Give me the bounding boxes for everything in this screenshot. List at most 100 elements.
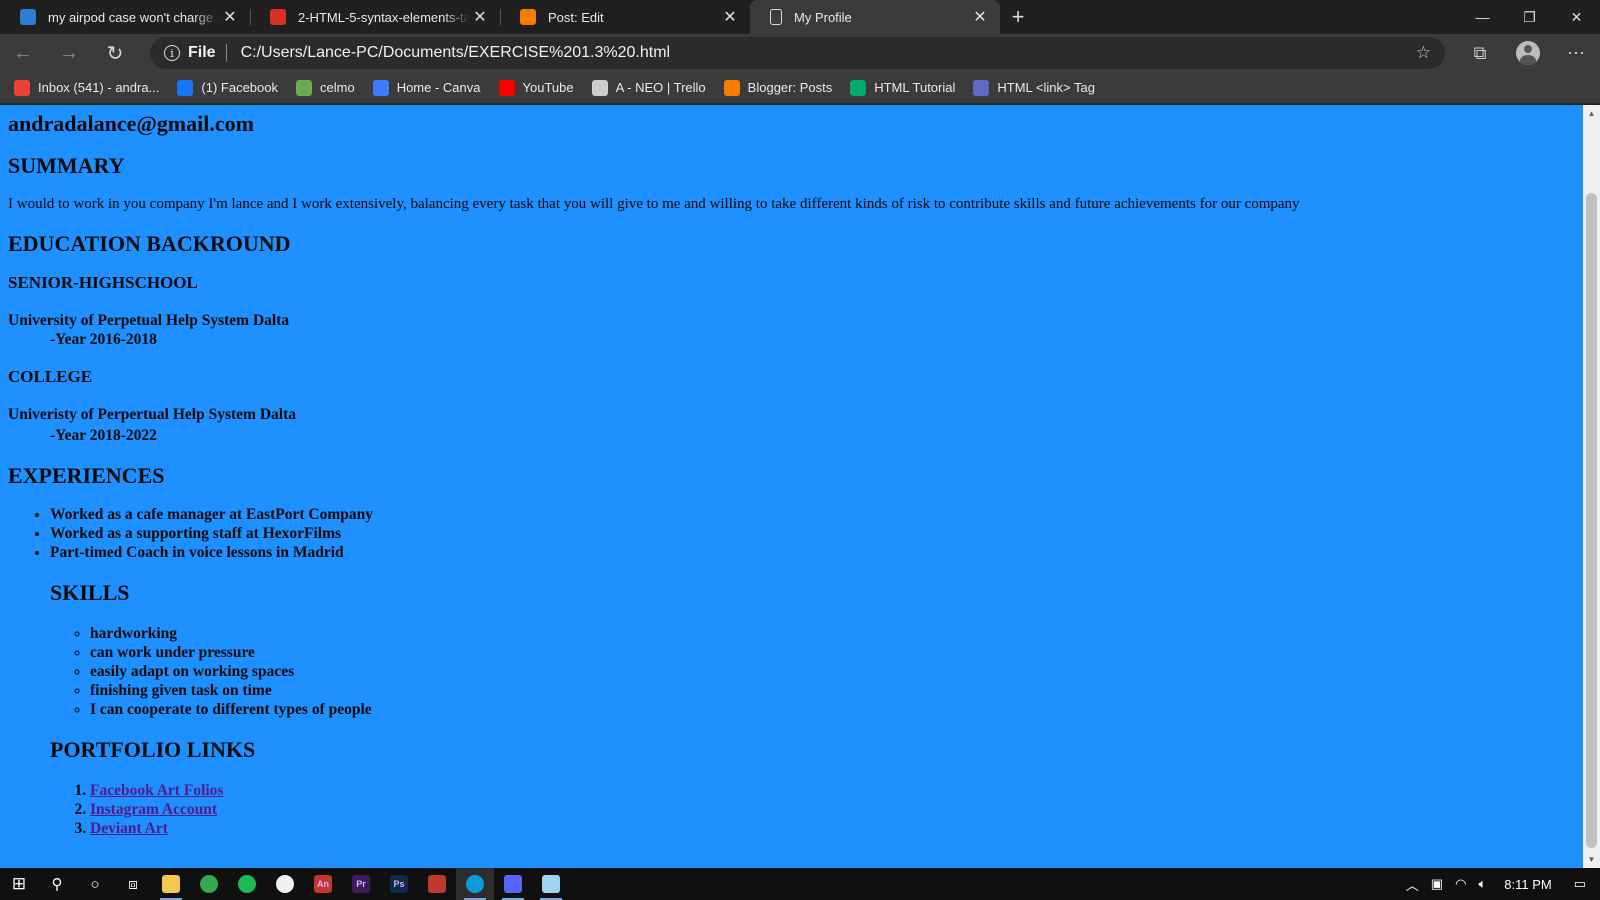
portfolio-link[interactable]: Instagram Account: [90, 801, 217, 818]
address-bar[interactable]: i File C:/Users/Lance-PC/Documents/EXERC…: [150, 37, 1445, 69]
photoshop-icon: Ps: [390, 875, 408, 893]
profile-button[interactable]: [1504, 34, 1552, 72]
taskbar-app[interactable]: An: [304, 868, 342, 900]
task-view-button[interactable]: ⧈: [114, 868, 152, 900]
bookmark-label: HTML <link> Tag: [997, 80, 1095, 95]
volume-icon[interactable]: 🔈︎: [1478, 876, 1486, 892]
portfolio-link[interactable]: Facebook Art Folios: [90, 782, 223, 799]
avatar-icon: [1516, 41, 1540, 65]
blogger-icon: [520, 9, 536, 25]
browser-tab-4[interactable]: My Profile ✕: [750, 0, 1000, 34]
portfolio-item: Instagram Account: [90, 800, 1568, 819]
bookmark-item[interactable]: celmo: [296, 79, 355, 96]
education-heading: EDUCATION BACKROUND: [8, 231, 291, 256]
back-button[interactable]: ←: [0, 34, 46, 72]
bookmark-label: (1) Facebook: [201, 80, 278, 95]
window-controls: — ❐ ✕: [1459, 0, 1600, 34]
collections-icon: ⧉: [1473, 42, 1487, 63]
browser-tab-1[interactable]: my airpod case won't charge - Bing✕: [0, 0, 250, 34]
close-tab-icon[interactable]: ✕: [470, 7, 490, 27]
bookmark-item[interactable]: Home - Canva: [372, 79, 481, 96]
close-window-button[interactable]: ✕: [1553, 0, 1600, 34]
taskbar-app[interactable]: [532, 868, 570, 900]
restore-button[interactable]: ❐: [1506, 0, 1553, 34]
taskbar-app[interactable]: Pr: [342, 868, 380, 900]
taskbar-app[interactable]: Ps: [380, 868, 418, 900]
taskbar-app[interactable]: [190, 868, 228, 900]
bookmark-item[interactable]: (1) Facebook: [177, 79, 278, 96]
notifications-icon[interactable]: ▭: [1574, 876, 1586, 892]
facebook-icon: [177, 79, 194, 96]
experiences-heading: EXPERIENCES: [8, 463, 165, 488]
bookmark-item[interactable]: HTML Tutorial: [850, 79, 955, 96]
minimize-button[interactable]: —: [1459, 0, 1506, 34]
tab-strip: my airpod case won't charge - Bing✕2-HTM…: [0, 0, 1600, 34]
close-tab-icon[interactable]: ✕: [970, 7, 990, 27]
browser-tab-3[interactable]: Post: Edit ✕: [500, 0, 750, 34]
add-favorite-star-icon[interactable]: ☆: [1416, 43, 1431, 63]
bookmark-item[interactable]: YouTube: [498, 79, 574, 96]
close-tab-icon[interactable]: ✕: [720, 7, 740, 27]
tab-title: 2-HTML-5-syntax-elements-tags.pdf: [298, 9, 470, 25]
portfolio-item: Deviant Art: [90, 819, 1568, 838]
taskbar-app[interactable]: [152, 868, 190, 900]
shs-school: University of Perpetual Help System Dalt…: [8, 312, 290, 329]
skill-item: easily adapt on working spaces: [90, 662, 1568, 681]
info-icon[interactable]: i: [164, 45, 180, 61]
gmail-icon: [14, 79, 30, 96]
chevron-up-icon[interactable]: ︿: [1406, 875, 1419, 894]
taskbar-app[interactable]: [228, 868, 266, 900]
experience-item: Worked as a supporting staff at HexorFil…: [50, 524, 1568, 543]
college-school: Univeristy of Perpertual Help System Dal…: [8, 406, 296, 423]
browser-tab-2[interactable]: 2-HTML-5-syntax-elements-tags.pdf✕: [250, 0, 500, 34]
scroll-down-icon[interactable]: ▼: [1583, 851, 1600, 868]
skills-list: hardworkingcan work under pressureeasily…: [90, 624, 1568, 719]
start-button[interactable]: ⊞: [0, 868, 38, 900]
navigation-bar: ← → ↻ i File C:/Users/Lance-PC/Documents…: [0, 34, 1600, 72]
page-viewport: andradalance@gmail.com SUMMARY I would t…: [0, 105, 1583, 868]
clock[interactable]: 8:11 PM: [1504, 877, 1551, 892]
red-app-icon: [428, 875, 446, 893]
taskbar-app[interactable]: [266, 868, 304, 900]
portfolio-item: Facebook Art Folios: [90, 781, 1568, 800]
trello-icon: [591, 79, 608, 96]
forward-button[interactable]: →: [46, 34, 92, 72]
meet-now-icon[interactable]: ▣: [1431, 876, 1443, 892]
url-text[interactable]: C:/Users/Lance-PC/Documents/EXERCISE%201…: [241, 44, 671, 62]
scroll-up-icon[interactable]: ▲: [1583, 105, 1600, 122]
shs-details: University of Perpetual Help System Dalt…: [8, 311, 1568, 349]
portfolio-links-list: Facebook Art Folios Instagram Account Devi…: [90, 781, 1568, 838]
bookmark-item[interactable]: A - NEO | Trello: [591, 79, 706, 96]
bookmark-label: A - NEO | Trello: [615, 80, 706, 95]
portfolio-link[interactable]: Deviant Art: [90, 820, 168, 837]
bookmark-item[interactable]: Blogger: Posts: [723, 79, 832, 96]
arrow-right-icon: →: [59, 41, 79, 64]
wifi-icon[interactable]: ◠: [1455, 876, 1466, 892]
collections-button[interactable]: ⧉: [1456, 34, 1504, 72]
settings-menu-button[interactable]: ⋯: [1552, 34, 1600, 72]
scrollbar-thumb[interactable]: [1586, 193, 1597, 848]
college-heading: COLLEGE: [8, 367, 93, 386]
bookmark-item[interactable]: HTML <link> Tag: [973, 79, 1095, 96]
photos-icon: [276, 875, 294, 893]
task-view-icon: ⧈: [128, 875, 138, 893]
close-tab-icon[interactable]: ✕: [220, 7, 240, 27]
college-year: -Year 2018-2022: [50, 427, 157, 444]
taskbar-app[interactable]: [494, 868, 532, 900]
bookmark-label: celmo: [320, 80, 355, 95]
taskbar-app[interactable]: [418, 868, 456, 900]
bing-icon: [20, 9, 36, 25]
nested-sections: SKILLS hardworkingcan work under pressur…: [50, 580, 1568, 838]
experiences-list: Worked as a cafe manager at EastPort Com…: [50, 505, 1568, 562]
vertical-scrollbar[interactable]: ▲ ▼: [1583, 105, 1600, 868]
cortana-button[interactable]: ○: [76, 868, 114, 900]
skill-item: I can cooperate to different types of pe…: [90, 700, 1568, 719]
new-tab-button[interactable]: +: [1000, 0, 1036, 34]
bookmark-item[interactable]: Inbox (541) - andra...: [14, 79, 160, 96]
search-button[interactable]: ⚲: [38, 868, 76, 900]
refresh-button[interactable]: ↻: [92, 34, 138, 72]
experience-item: Part-timed Coach in voice lessons in Mad…: [50, 543, 1568, 562]
system-tray: ︿ ▣ ◠ 🔈︎ 8:11 PM ▭: [1400, 868, 1600, 900]
taskbar-app[interactable]: [456, 868, 494, 900]
bookmark-label: Inbox (541) - andra...: [38, 80, 160, 95]
